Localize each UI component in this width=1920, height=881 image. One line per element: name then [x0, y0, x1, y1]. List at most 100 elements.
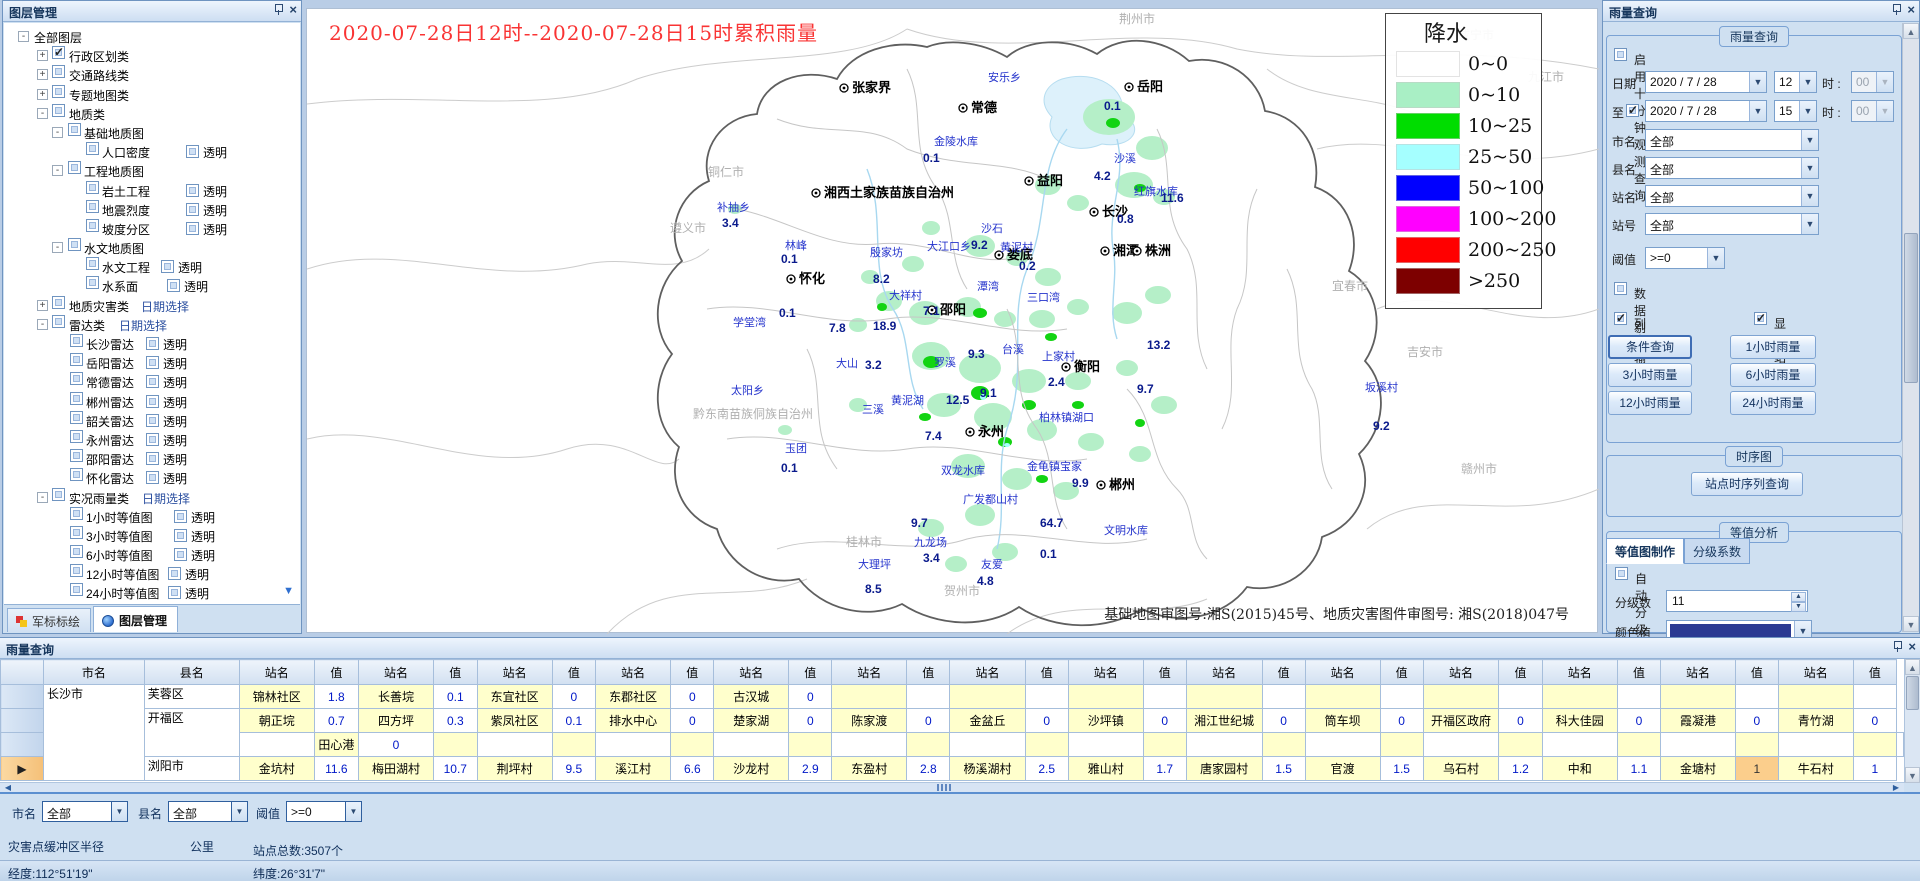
- station-cell[interactable]: 长善垸: [358, 685, 433, 709]
- column-header-station[interactable]: 站名: [1068, 660, 1143, 685]
- value-cell[interactable]: 0.7: [314, 709, 358, 733]
- value-cell[interactable]: [1617, 685, 1660, 709]
- date-from-combo[interactable]: 2020 / 7 / 28 ▼: [1645, 71, 1767, 93]
- collapse-icon[interactable]: -: [52, 165, 63, 176]
- scroll-up-icon[interactable]: ▲: [1905, 659, 1920, 675]
- show-stations-checkbox[interactable]: [1754, 312, 1767, 325]
- station-cell[interactable]: [1068, 685, 1143, 709]
- column-header-value[interactable]: 值: [907, 660, 950, 685]
- chevron-down-icon[interactable]: ▼: [1749, 72, 1766, 92]
- threshold-select[interactable]: >=0 ▼: [1645, 247, 1725, 269]
- transparent-checkbox[interactable]: [168, 586, 181, 599]
- tab-grade-coeff[interactable]: 分级系数: [1684, 538, 1750, 564]
- column-header-value[interactable]: 值: [1025, 660, 1068, 685]
- city-select[interactable]: 全部 ▼: [1645, 129, 1819, 151]
- value-cell[interactable]: 0: [1499, 709, 1542, 733]
- fb-city-select[interactable]: 全部 ▼: [42, 801, 128, 822]
- tab-图层管理[interactable]: 图层管理: [93, 606, 178, 632]
- scroll-left-icon[interactable]: ◀: [0, 783, 16, 792]
- row-selector-header[interactable]: [1, 660, 44, 685]
- value-cell[interactable]: 0: [1143, 709, 1186, 733]
- value-cell[interactable]: 0: [1380, 709, 1423, 733]
- layer-checkbox[interactable]: [70, 449, 83, 462]
- date-select-link[interactable]: 日期选择: [119, 317, 167, 334]
- layer-checkbox[interactable]: [52, 488, 65, 501]
- station-cell[interactable]: 霞凝港: [1661, 709, 1736, 733]
- tree-item-坡度分区[interactable]: 坡度分区透明: [4, 219, 300, 238]
- value-cell[interactable]: [907, 685, 950, 709]
- column-header-value[interactable]: 值: [671, 660, 714, 685]
- value-cell[interactable]: 6.6: [671, 757, 714, 781]
- station-cell[interactable]: 东郡社区: [595, 685, 670, 709]
- chevron-down-icon[interactable]: ▼: [1801, 130, 1818, 150]
- value-cell[interactable]: 0: [907, 709, 950, 733]
- collapse-icon[interactable]: -: [37, 108, 48, 119]
- column-header-value[interactable]: 值: [1853, 660, 1896, 685]
- value-cell[interactable]: 0: [671, 709, 714, 733]
- scroll-down-icon[interactable]: ▼: [1905, 767, 1920, 783]
- value-cell[interactable]: 0: [552, 685, 595, 709]
- station-cell[interactable]: 锦林社区: [239, 685, 314, 709]
- value-cell[interactable]: 0: [789, 685, 832, 709]
- station-cell[interactable]: [1025, 733, 1068, 757]
- transparent-checkbox[interactable]: [161, 260, 174, 273]
- tree-item-怀化雷达[interactable]: 怀化雷达透明: [4, 468, 300, 487]
- transparent-checkbox[interactable]: [186, 184, 199, 197]
- layer-checkbox[interactable]: [70, 411, 83, 424]
- hour-from-combo[interactable]: 12 ▼: [1774, 71, 1817, 93]
- station-cell[interactable]: 雅山村: [1068, 757, 1143, 781]
- station-cell[interactable]: [950, 685, 1025, 709]
- station-cell[interactable]: 中和: [1542, 757, 1617, 781]
- tree-item-常德雷达[interactable]: 常德雷达透明: [4, 372, 300, 391]
- value-cell[interactable]: [714, 733, 789, 757]
- value-cell[interactable]: 0: [671, 685, 714, 709]
- value-cell[interactable]: 0.1: [434, 685, 477, 709]
- date-to-checkbox[interactable]: [1626, 104, 1639, 117]
- value-cell[interactable]: 1.5: [1380, 757, 1423, 781]
- expand-icon[interactable]: +: [37, 50, 48, 61]
- column-header-县名[interactable]: 县名: [144, 660, 239, 685]
- value-cell[interactable]: [1778, 733, 1853, 757]
- tree-item-工程地质图[interactable]: -工程地质图: [4, 161, 300, 180]
- value-cell[interactable]: 1: [1735, 757, 1778, 781]
- station-cell[interactable]: 楚家湖: [714, 709, 789, 733]
- transparent-checkbox[interactable]: [146, 356, 159, 369]
- transparent-checkbox[interactable]: [174, 529, 187, 542]
- row-selector[interactable]: [1, 709, 44, 733]
- station-cell[interactable]: 沙龙村: [714, 757, 789, 781]
- value-cell[interactable]: [1499, 685, 1542, 709]
- tree-item-韶关雷达[interactable]: 韶关雷达透明: [4, 411, 300, 430]
- tree-item-水系面[interactable]: 水系面透明: [4, 276, 300, 295]
- layer-checkbox[interactable]: [70, 507, 83, 520]
- column-header-station[interactable]: 站名: [1186, 660, 1262, 685]
- value-cell[interactable]: [1262, 685, 1305, 709]
- row-selector[interactable]: [1, 685, 44, 709]
- transparent-checkbox[interactable]: [146, 375, 159, 388]
- pin-icon[interactable]: [273, 4, 283, 16]
- column-header-station[interactable]: 站名: [477, 660, 552, 685]
- layer-checkbox[interactable]: [86, 276, 99, 289]
- transparent-checkbox[interactable]: [168, 567, 181, 580]
- collapse-icon[interactable]: -: [52, 127, 63, 138]
- column-header-station[interactable]: 站名: [595, 660, 670, 685]
- rain-12h-button[interactable]: 12小时雨量: [1608, 391, 1692, 415]
- station-cell[interactable]: [1143, 733, 1186, 757]
- layer-checkbox[interactable]: [70, 372, 83, 385]
- layer-checkbox[interactable]: [68, 123, 81, 136]
- tree-item-邵阳雷达[interactable]: 邵阳雷达透明: [4, 449, 300, 468]
- tree-item-人口密度[interactable]: 人口密度透明: [4, 142, 300, 161]
- station-cell[interactable]: 杨溪湖村: [950, 757, 1025, 781]
- station-cell[interactable]: 四方坪: [358, 709, 433, 733]
- layer-checkbox[interactable]: [52, 65, 65, 78]
- tree-item-6小时等值图[interactable]: 6小时等值图透明: [4, 545, 300, 564]
- chevron-down-icon[interactable]: ▼: [1801, 158, 1818, 178]
- value-cell[interactable]: [1661, 733, 1736, 757]
- tree-item-3小时等值图[interactable]: 3小时等值图透明: [4, 526, 300, 545]
- station-cell[interactable]: 田心港: [314, 733, 358, 757]
- tree-item-地质灾害类[interactable]: +地质灾害类日期选择: [4, 296, 300, 315]
- station-cell[interactable]: 官渡: [1305, 757, 1380, 781]
- value-cell[interactable]: 1.8: [314, 685, 358, 709]
- station-cell[interactable]: [832, 685, 907, 709]
- layer-checkbox[interactable]: [86, 219, 99, 232]
- column-header-station[interactable]: 站名: [1661, 660, 1736, 685]
